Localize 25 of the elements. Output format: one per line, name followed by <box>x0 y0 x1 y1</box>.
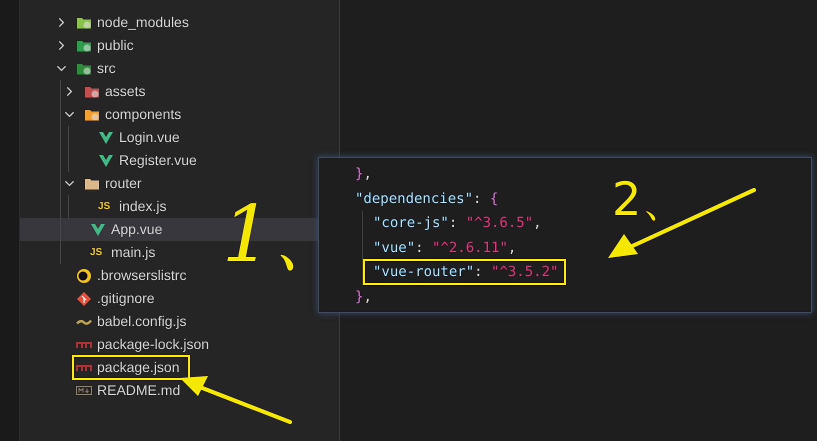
file-name: node_modules <box>97 14 189 31</box>
file-name: router <box>105 175 142 192</box>
file-name: Login.vue <box>119 129 180 146</box>
file-name: App.vue <box>111 221 162 238</box>
file-name: .browserslistrc <box>97 267 186 284</box>
file-name: README.md <box>97 382 180 399</box>
file-name: main.js <box>111 244 156 261</box>
code-line: }, <box>355 165 372 184</box>
file-name: babel.config.js <box>97 313 187 330</box>
file-name: index.js <box>119 198 166 215</box>
code-line: "vue": "^2.6.11", <box>373 238 516 257</box>
file-name: public <box>97 37 134 54</box>
file-name: .gitignore <box>97 290 155 307</box>
file-name: src <box>97 60 116 77</box>
handwritten-number: 2、 <box>612 176 688 222</box>
file-name: package-lock.json <box>97 336 210 353</box>
file-name: Register.vue <box>119 152 197 169</box>
file-name: package.json <box>97 359 180 376</box>
code-line: "core-js": "^3.6.5", <box>373 214 542 232</box>
code-line: }, <box>355 288 372 306</box>
js-icon: JS <box>90 246 106 258</box>
code-line: "dependencies": { <box>355 190 498 208</box>
file-name: assets <box>105 83 146 100</box>
file-name: components <box>105 106 182 123</box>
js-icon: JS <box>98 200 114 212</box>
